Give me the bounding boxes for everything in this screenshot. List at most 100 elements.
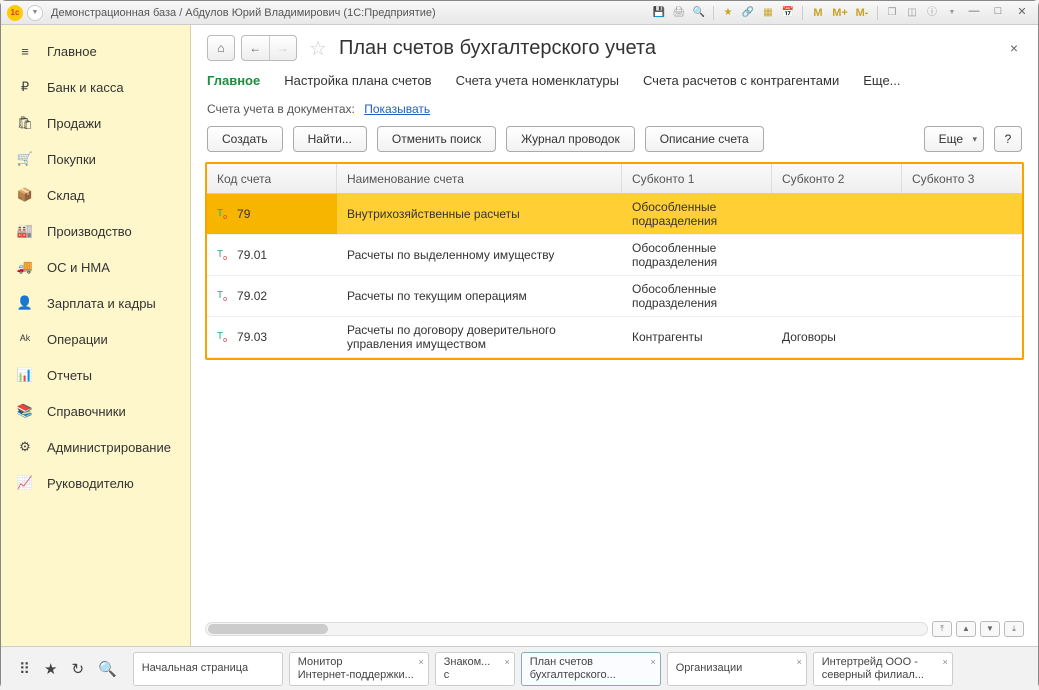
bottom-tab-2[interactable]: Знаком...с× (435, 652, 515, 686)
sidebar-item-2[interactable]: 🛍Продажи (1, 105, 190, 141)
th-name[interactable]: Наименование счета (337, 164, 622, 193)
table-row[interactable]: Tо79.01Расчеты по выделенному имуществуО… (207, 235, 1022, 276)
sidebar-item-label: Администрирование (47, 440, 171, 455)
forward-icon[interactable]: → (270, 36, 297, 60)
sidebar-item-label: Руководителю (47, 476, 134, 491)
sidebar-item-10[interactable]: 📚Справочники (1, 393, 190, 429)
table-row[interactable]: Tо79.03Расчеты по договору доверительног… (207, 317, 1022, 358)
info-line: Счета учета в документах: Показывать (191, 98, 1038, 126)
btab-line2: Интернет-поддержки... (298, 669, 420, 682)
bottom-bar: ⠿ ★ ↻ 🔍 Начальная страницаМониторИнтерне… (1, 646, 1038, 690)
panel-icon[interactable]: ◫ (904, 5, 920, 21)
scrollbar-thumb[interactable] (208, 624, 328, 634)
maximize-button[interactable]: □ (988, 5, 1008, 21)
info-icon[interactable]: ⓘ (924, 5, 940, 21)
titlebar-dropdown-icon[interactable]: ▼ (27, 5, 43, 21)
m-minus-icon[interactable]: M- (853, 5, 871, 21)
sidebar-icon: 🏭 (17, 223, 33, 239)
subtab-1[interactable]: Настройка плана счетов (284, 73, 431, 88)
m-plus-icon[interactable]: M+ (831, 5, 849, 21)
tab-close-icon[interactable]: × (942, 656, 947, 669)
table-row[interactable]: Tо79.02Расчеты по текущим операциямОбосо… (207, 276, 1022, 317)
calc-icon[interactable]: ▦ (760, 5, 776, 21)
description-button[interactable]: Описание счета (645, 126, 764, 152)
th-sub2[interactable]: Субконто 2 (772, 164, 902, 193)
back-icon[interactable]: ← (242, 36, 270, 60)
subtabs: Главное Настройка плана счетов Счета учета… (191, 65, 1038, 98)
help-button[interactable]: ? (994, 126, 1022, 152)
bottom-tab-4[interactable]: Организации× (667, 652, 807, 686)
apps-icon[interactable]: ⠿ (19, 660, 30, 678)
sidebar-item-6[interactable]: 🚚ОС и НМА (1, 249, 190, 285)
infoline-link[interactable]: Показывать (364, 102, 430, 116)
more-button[interactable]: Еще (924, 126, 984, 152)
star-icon[interactable]: ☆ (309, 36, 327, 61)
create-button[interactable]: Создать (207, 126, 283, 152)
sidebar-item-9[interactable]: 📊Отчеты (1, 357, 190, 393)
sidebar-item-5[interactable]: 🏭Производство (1, 213, 190, 249)
minimize-button[interactable]: — (964, 5, 984, 21)
subtab-2[interactable]: Счета учета номенклатуры (456, 73, 619, 88)
sidebar-item-12[interactable]: 📈Руководителю (1, 465, 190, 501)
subtab-0[interactable]: Главное (207, 73, 260, 88)
nav-back-forward[interactable]: ←→ (241, 35, 297, 61)
cell-sub3 (902, 194, 1022, 234)
sidebar-item-1[interactable]: ₽Банк и касса (1, 69, 190, 105)
cancel-find-button[interactable]: Отменить поиск (377, 126, 496, 152)
subtab-3[interactable]: Счета расчетов с контрагентами (643, 73, 839, 88)
link-icon[interactable]: 🔗 (740, 5, 756, 21)
sidebar-item-label: Продажи (47, 116, 101, 131)
preview-icon[interactable]: 🔍 (691, 5, 707, 21)
sidebar-item-11[interactable]: ⚙Администрирование (1, 429, 190, 465)
tab-close-icon[interactable]: × (504, 656, 509, 669)
sidebar-icon: ≡ (17, 43, 33, 59)
windows-icon[interactable]: ❐ (884, 5, 900, 21)
sidebar-item-8[interactable]: ᴬᵏОперации (1, 321, 190, 357)
accounts-table: Код счета Наименование счета Субконто 1 … (205, 162, 1024, 360)
th-sub1[interactable]: Субконто 1 (622, 164, 772, 193)
save-icon[interactable]: 💾 (651, 5, 667, 21)
history-icon[interactable]: ↻ (71, 660, 84, 678)
favorite-icon[interactable]: ★ (720, 5, 736, 21)
scroll-bottom-icon[interactable]: ⤓ (1004, 621, 1024, 637)
print-icon[interactable]: 🖨 (671, 5, 687, 21)
sidebar-item-4[interactable]: 📦Склад (1, 177, 190, 213)
tab-close-icon[interactable]: × (796, 656, 801, 669)
find-button[interactable]: Найти... (293, 126, 367, 152)
close-page-button[interactable]: × (1006, 36, 1022, 60)
bottom-tab-1[interactable]: МониторИнтернет-поддержки...× (289, 652, 429, 686)
scroll-down-icon[interactable]: ▼ (980, 621, 1000, 637)
sidebar-item-label: Справочники (47, 404, 126, 419)
sidebar-item-7[interactable]: 👤Зарплата и кадры (1, 285, 190, 321)
home-button[interactable]: ⌂ (207, 35, 235, 61)
sidebar-item-label: Операции (47, 332, 108, 347)
titlebar-text: Демонстрационная база / Абдулов Юрий Вла… (51, 7, 651, 19)
close-window-button[interactable]: ✕ (1012, 5, 1032, 21)
btab-line1: Монитор (298, 656, 420, 669)
tab-close-icon[interactable]: × (418, 656, 423, 669)
scroll-up-icon[interactable]: ▲ (956, 621, 976, 637)
tab-close-icon[interactable]: × (650, 656, 655, 669)
sidebar-item-3[interactable]: 🛒Покупки (1, 141, 190, 177)
m-icon[interactable]: M (809, 5, 827, 21)
th-code[interactable]: Код счета (207, 164, 337, 193)
th-sub3[interactable]: Субконто 3 (902, 164, 1022, 193)
cell-code: 79.01 (237, 248, 267, 262)
info-drop-icon[interactable]: ▼ (944, 5, 960, 21)
sidebar-item-label: Зарплата и кадры (47, 296, 156, 311)
sidebar-item-label: Склад (47, 188, 85, 203)
search-icon[interactable]: 🔍 (98, 660, 117, 678)
scrollbar-track[interactable] (205, 622, 928, 636)
table-row[interactable]: Tо79Внутрихозяйственные расчетыОбособлен… (207, 194, 1022, 235)
bottom-tab-5[interactable]: Интертрейд ООО -северный филиал...× (813, 652, 953, 686)
cell-sub3 (902, 276, 1022, 316)
bottom-tab-0[interactable]: Начальная страница (133, 652, 283, 686)
sidebar-item-0[interactable]: ≡Главное (1, 33, 190, 69)
fav-icon[interactable]: ★ (44, 660, 57, 678)
subtab-4[interactable]: Еще... (863, 73, 900, 88)
scroll-top-icon[interactable]: ⤒ (932, 621, 952, 637)
calendar-icon[interactable]: 📅 (780, 5, 796, 21)
bottom-tab-3[interactable]: План счетовбухгалтерского...× (521, 652, 661, 686)
cell-sub2 (772, 235, 902, 275)
journal-button[interactable]: Журнал проводок (506, 126, 635, 152)
